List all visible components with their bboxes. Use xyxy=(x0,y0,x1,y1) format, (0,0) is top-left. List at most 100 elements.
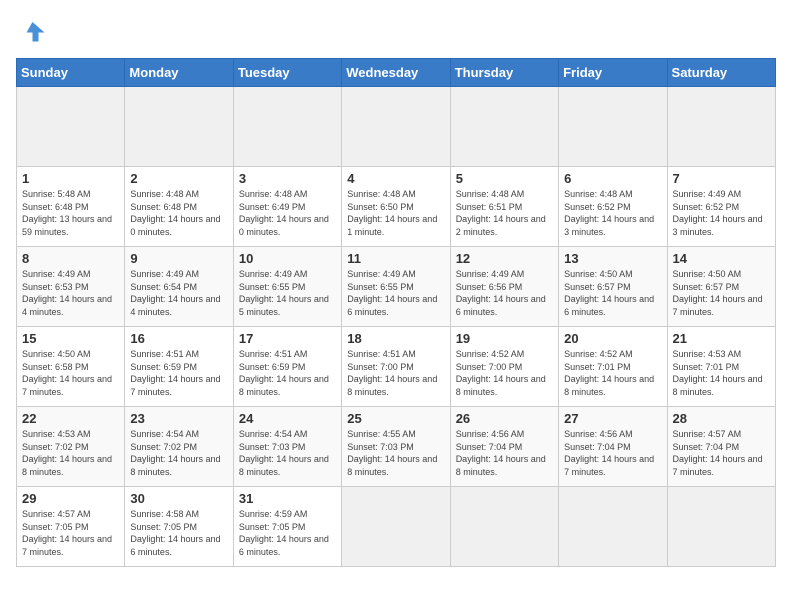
calendar-cell: 23 Sunrise: 4:54 AMSunset: 7:02 PMDayligh… xyxy=(125,407,233,487)
calendar-cell: 13Sunrise: 4:50 AMSunset: 6:57 PMDayligh… xyxy=(559,247,667,327)
day-detail: Sunrise: 4:50 AMSunset: 6:57 PMDaylight:… xyxy=(673,268,770,318)
calendar-week-row: 22 Sunrise: 4:53 AMSunset: 7:02 PMDayligh… xyxy=(17,407,776,487)
day-detail: Sunrise: 4:49 AMSunset: 6:56 PMDaylight:… xyxy=(456,268,553,318)
calendar-cell: 2Sunrise: 4:48 AMSunset: 6:48 PMDaylight… xyxy=(125,167,233,247)
day-number: 22 xyxy=(22,411,119,426)
header-day-friday: Friday xyxy=(559,59,667,87)
day-number: 6 xyxy=(564,171,661,186)
calendar-week-row xyxy=(17,87,776,167)
calendar-cell: 15Sunrise: 4:50 AMSunset: 6:58 PMDayligh… xyxy=(17,327,125,407)
calendar-cell: 27 Sunrise: 4:56 AMSunset: 7:04 PMDayligh… xyxy=(559,407,667,487)
day-detail: Sunrise: 5:48 AMSunset: 6:48 PMDaylight:… xyxy=(22,188,119,238)
day-number: 27 xyxy=(564,411,661,426)
header xyxy=(16,16,776,46)
day-number: 16 xyxy=(130,331,227,346)
day-number: 21 xyxy=(673,331,770,346)
logo xyxy=(16,16,50,46)
calendar-cell xyxy=(667,487,775,567)
day-detail: Sunrise: 4:51 AMSunset: 6:59 PMDaylight:… xyxy=(239,348,336,398)
day-detail: Sunrise: 4:49 AMSunset: 6:54 PMDaylight:… xyxy=(130,268,227,318)
day-detail: Sunrise: 4:50 AMSunset: 6:57 PMDaylight:… xyxy=(564,268,661,318)
calendar-cell xyxy=(450,487,558,567)
calendar-table: SundayMondayTuesdayWednesdayThursdayFrid… xyxy=(16,58,776,567)
calendar-cell: 6 Sunrise: 4:48 AMSunset: 6:52 PMDaylight… xyxy=(559,167,667,247)
calendar-cell: 26 Sunrise: 4:56 AMSunset: 7:04 PMDayligh… xyxy=(450,407,558,487)
calendar-cell: 16 Sunrise: 4:51 AMSunset: 6:59 PMDayligh… xyxy=(125,327,233,407)
calendar-week-row: 1 Sunrise: 5:48 AMSunset: 6:48 PMDaylight… xyxy=(17,167,776,247)
calendar-week-row: 15Sunrise: 4:50 AMSunset: 6:58 PMDayligh… xyxy=(17,327,776,407)
header-day-saturday: Saturday xyxy=(667,59,775,87)
calendar-cell: 29 Sunrise: 4:57 AMSunset: 7:05 PMDayligh… xyxy=(17,487,125,567)
day-number: 25 xyxy=(347,411,444,426)
day-detail: Sunrise: 4:48 AMSunset: 6:49 PMDaylight:… xyxy=(239,188,336,238)
day-number: 18 xyxy=(347,331,444,346)
calendar-cell: 22 Sunrise: 4:53 AMSunset: 7:02 PMDayligh… xyxy=(17,407,125,487)
day-number: 12 xyxy=(456,251,553,266)
day-detail: Sunrise: 4:51 AMSunset: 6:59 PMDaylight:… xyxy=(130,348,227,398)
calendar-cell: 10Sunrise: 4:49 AMSunset: 6:55 PMDayligh… xyxy=(233,247,341,327)
calendar-cell: 25Sunrise: 4:55 AMSunset: 7:03 PMDayligh… xyxy=(342,407,450,487)
calendar-cell: 11Sunrise: 4:49 AMSunset: 6:55 PMDayligh… xyxy=(342,247,450,327)
calendar-cell: 24 Sunrise: 4:54 AMSunset: 7:03 PMDayligh… xyxy=(233,407,341,487)
calendar-header-row: SundayMondayTuesdayWednesdayThursdayFrid… xyxy=(17,59,776,87)
day-detail: Sunrise: 4:58 AMSunset: 7:05 PMDaylight:… xyxy=(130,508,227,558)
calendar-cell: 31Sunrise: 4:59 AMSunset: 7:05 PMDayligh… xyxy=(233,487,341,567)
day-number: 29 xyxy=(22,491,119,506)
calendar-cell xyxy=(450,87,558,167)
day-detail: Sunrise: 4:57 AMSunset: 7:05 PMDaylight:… xyxy=(22,508,119,558)
calendar-cell: 8Sunrise: 4:49 AMSunset: 6:53 PMDaylight… xyxy=(17,247,125,327)
logo-icon xyxy=(16,16,46,46)
calendar-cell: 28Sunrise: 4:57 AMSunset: 7:04 PMDayligh… xyxy=(667,407,775,487)
day-number: 24 xyxy=(239,411,336,426)
day-number: 10 xyxy=(239,251,336,266)
day-number: 4 xyxy=(347,171,444,186)
day-detail: Sunrise: 4:54 AMSunset: 7:02 PMDaylight:… xyxy=(130,428,227,478)
calendar-cell xyxy=(559,87,667,167)
calendar-cell: 12 Sunrise: 4:49 AMSunset: 6:56 PMDayligh… xyxy=(450,247,558,327)
day-number: 3 xyxy=(239,171,336,186)
day-number: 1 xyxy=(22,171,119,186)
calendar-week-row: 8Sunrise: 4:49 AMSunset: 6:53 PMDaylight… xyxy=(17,247,776,327)
day-number: 15 xyxy=(22,331,119,346)
calendar-cell: 4 Sunrise: 4:48 AMSunset: 6:50 PMDaylight… xyxy=(342,167,450,247)
day-detail: Sunrise: 4:48 AMSunset: 6:52 PMDaylight:… xyxy=(564,188,661,238)
calendar-cell: 1 Sunrise: 5:48 AMSunset: 6:48 PMDaylight… xyxy=(17,167,125,247)
header-day-sunday: Sunday xyxy=(17,59,125,87)
header-day-tuesday: Tuesday xyxy=(233,59,341,87)
day-number: 20 xyxy=(564,331,661,346)
day-detail: Sunrise: 4:56 AMSunset: 7:04 PMDaylight:… xyxy=(456,428,553,478)
day-detail: Sunrise: 4:53 AMSunset: 7:02 PMDaylight:… xyxy=(22,428,119,478)
header-day-wednesday: Wednesday xyxy=(342,59,450,87)
day-number: 30 xyxy=(130,491,227,506)
day-number: 5 xyxy=(456,171,553,186)
day-detail: Sunrise: 4:49 AMSunset: 6:53 PMDaylight:… xyxy=(22,268,119,318)
day-number: 17 xyxy=(239,331,336,346)
day-number: 26 xyxy=(456,411,553,426)
day-detail: Sunrise: 4:48 AMSunset: 6:51 PMDaylight:… xyxy=(456,188,553,238)
day-detail: Sunrise: 4:52 AMSunset: 7:00 PMDaylight:… xyxy=(456,348,553,398)
calendar-cell: 17 Sunrise: 4:51 AMSunset: 6:59 PMDayligh… xyxy=(233,327,341,407)
day-number: 31 xyxy=(239,491,336,506)
calendar-cell: 7 Sunrise: 4:49 AMSunset: 6:52 PMDaylight… xyxy=(667,167,775,247)
calendar-cell: 5 Sunrise: 4:48 AMSunset: 6:51 PMDaylight… xyxy=(450,167,558,247)
calendar-cell: 20 Sunrise: 4:52 AMSunset: 7:01 PMDayligh… xyxy=(559,327,667,407)
day-number: 23 xyxy=(130,411,227,426)
day-number: 7 xyxy=(673,171,770,186)
calendar-cell: 9Sunrise: 4:49 AMSunset: 6:54 PMDaylight… xyxy=(125,247,233,327)
calendar-cell: 14Sunrise: 4:50 AMSunset: 6:57 PMDayligh… xyxy=(667,247,775,327)
calendar-cell xyxy=(233,87,341,167)
day-detail: Sunrise: 4:57 AMSunset: 7:04 PMDaylight:… xyxy=(673,428,770,478)
day-detail: Sunrise: 4:54 AMSunset: 7:03 PMDaylight:… xyxy=(239,428,336,478)
calendar-cell xyxy=(125,87,233,167)
day-detail: Sunrise: 4:52 AMSunset: 7:01 PMDaylight:… xyxy=(564,348,661,398)
calendar-cell: 30 Sunrise: 4:58 AMSunset: 7:05 PMDayligh… xyxy=(125,487,233,567)
day-number: 19 xyxy=(456,331,553,346)
day-detail: Sunrise: 4:48 AMSunset: 6:50 PMDaylight:… xyxy=(347,188,444,238)
calendar-week-row: 29 Sunrise: 4:57 AMSunset: 7:05 PMDayligh… xyxy=(17,487,776,567)
day-number: 2 xyxy=(130,171,227,186)
day-number: 11 xyxy=(347,251,444,266)
day-detail: Sunrise: 4:51 AMSunset: 7:00 PMDaylight:… xyxy=(347,348,444,398)
day-detail: Sunrise: 4:56 AMSunset: 7:04 PMDaylight:… xyxy=(564,428,661,478)
calendar-cell xyxy=(667,87,775,167)
day-detail: Sunrise: 4:49 AMSunset: 6:52 PMDaylight:… xyxy=(673,188,770,238)
